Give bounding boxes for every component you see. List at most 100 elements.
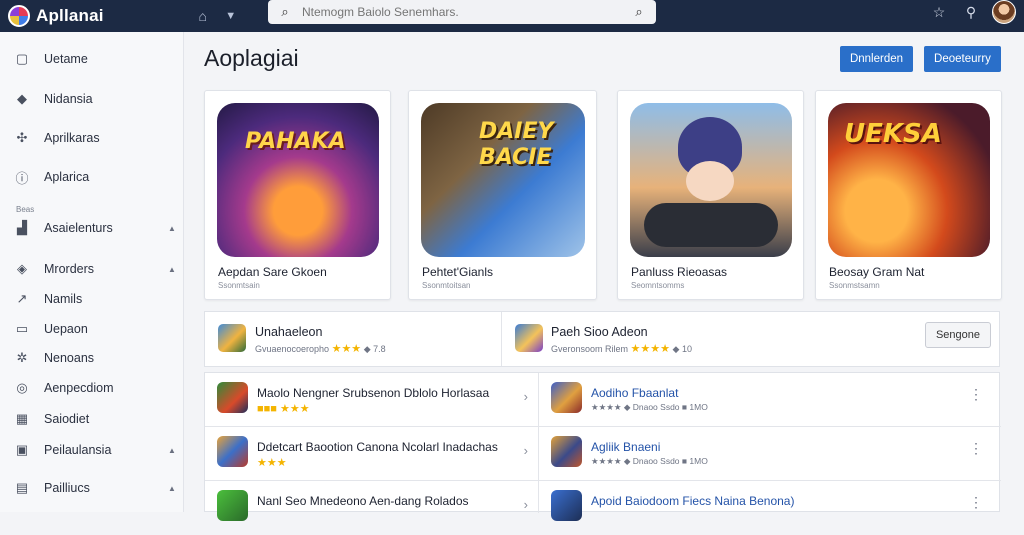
app-list: Maolo Nengner Srubsenon Dblolo Horlasaa … (204, 372, 1001, 521)
image-icon: ▣ (15, 442, 29, 457)
highlight-title[interactable]: Paeh Sioo Adeon (551, 325, 648, 339)
sidebar: ▢ Uetame ◆ Nidansia ✣ Aprilkaras ⓘ Aplar… (0, 32, 184, 512)
list-item[interactable]: Agliik Bnaeni ★★★★ ◆ Dnaoo Ssdo ■ 1MO ⋮ (539, 427, 1001, 481)
layers-icon: ◈ (17, 261, 27, 276)
grid-icon: ▤ (15, 480, 29, 495)
app-icon (551, 490, 582, 521)
highlight-subtitle: Gveronsoom Rilem (551, 344, 629, 354)
app-icon (551, 382, 582, 413)
sidebar-item-label: Nidansia (44, 92, 93, 106)
sidebar-item-3[interactable]: ⓘ Aplarica (0, 163, 184, 191)
search-input[interactable] (302, 5, 622, 19)
card-subtitle: Ssonmtsain (218, 281, 260, 290)
more-options-icon[interactable]: ⋮ (969, 440, 983, 457)
chevron-right-icon[interactable]: › (524, 497, 528, 512)
list-item-title: Nanl Seo Mnedeono Aen-dang Rolados (257, 494, 469, 508)
highlight-row: Unahaeleon Gvuaenocoeropho ★★★ ◆ 7.8 Pae… (204, 311, 1000, 367)
game-artwork: UEKSA (828, 103, 990, 257)
primary-button[interactable]: Dnnlerden (840, 46, 913, 72)
more-options-icon[interactable]: ⋮ (969, 494, 983, 511)
expand-arrow-icon[interactable]: ▲ (160, 224, 184, 233)
game-artwork: PAHAKA (217, 103, 379, 257)
puzzle-icon: ✣ (16, 130, 28, 145)
tag-icon: ◆ (672, 344, 680, 354)
sidebar-item-12[interactable]: ▤ Pailliucs ▲ (0, 474, 184, 502)
rating-stars: ■■■ ★★★ (257, 403, 310, 415)
sidebar-item-label: Namils (44, 292, 83, 306)
sidebar-item-11[interactable]: ▣ Peilaulansia ▲ (0, 436, 184, 464)
search-submit-icon[interactable]: ⌕ (622, 4, 656, 20)
featured-card-3[interactable]: UEKSA Beosay Gram Nat Ssonmstsamn (815, 90, 1002, 300)
expand-arrow-icon[interactable]: ▲ (160, 265, 184, 274)
highlight-title[interactable]: Unahaeleon (255, 325, 322, 339)
featured-card-2[interactable]: Panluss Rieoasas Seomntsomms (617, 90, 804, 300)
search-bar[interactable]: ⌕ ⌕ (268, 0, 656, 24)
sidebar-item-2[interactable]: ✣ Aprilkaras (0, 124, 184, 152)
gear-icon: ✲ (16, 350, 28, 365)
home-icon[interactable]: ⌂ (192, 8, 214, 24)
star-icon[interactable]: ☆ (928, 4, 950, 21)
highlight-meta: Gvuaenocoeropho ★★★ ◆ 7.8 (255, 342, 386, 355)
filter-icon[interactable]: ⚲ (960, 4, 982, 21)
sidebar-item-0[interactable]: ▢ Uetame (0, 45, 184, 73)
list-item[interactable]: Maolo Nengner Srubsenon Dblolo Horlasaa … (205, 373, 538, 427)
list-item[interactable]: Apoid Baiodoom Fiecs Naina Benona) ⋮ (539, 481, 1001, 535)
list-item[interactable]: Nanl Seo Mnedeono Aen-dang Rolados › (205, 481, 538, 535)
featured-card-0[interactable]: PAHAKA Aepdan Sare Gkoen Ssonmtsain (204, 90, 391, 300)
rating-stars: ★★★ (331, 343, 362, 355)
sidebar-item-8[interactable]: ✲ Nenoans (0, 344, 184, 372)
more-options-icon[interactable]: ⋮ (969, 386, 983, 403)
rating-stars: ★★★★ (630, 343, 670, 355)
featured-card-1[interactable]: DAIEY BACIE Pehtet'Gianls Ssonmtoitsan (408, 90, 597, 300)
rating-count: 7.8 (373, 344, 386, 354)
folder-icon: ▭ (15, 321, 29, 336)
sidebar-item-7[interactable]: ▭ Uepaon (0, 315, 184, 343)
game-artwork: DAIEY BACIE (421, 103, 585, 257)
app-icon (218, 324, 246, 352)
app-icon (217, 436, 248, 467)
card-title: Beosay Gram Nat (829, 265, 925, 279)
secondary-blue-button[interactable]: Deoeteurry (924, 46, 1001, 72)
chart-icon: ▟ (17, 220, 27, 235)
chevron-right-icon[interactable]: › (524, 389, 528, 404)
sidebar-item-label: Aprilkaras (44, 131, 100, 145)
avatar[interactable] (992, 0, 1016, 24)
chevron-down-icon[interactable]: ▼ (220, 10, 242, 22)
list-item-title: Ddetcart Baootion Canona Ncolarl Inadach… (257, 440, 498, 454)
list-item-title: Maolo Nengner Srubsenon Dblolo Horlasaa (257, 386, 490, 400)
app-icon (217, 382, 248, 413)
controller-icon (644, 203, 778, 247)
list-item-meta: ■■■ ★★★ (257, 402, 310, 415)
list-item[interactable]: Ddetcart Baootion Canona Ncolarl Inadach… (205, 427, 538, 481)
sidebar-item-5[interactable]: ◈ Mrorders ▲ (0, 255, 184, 283)
list-item-meta: ★★★★ ◆ Dnaoo Ssdo ■ 1MO (591, 456, 708, 466)
sidebar-item-label: Uepaon (44, 322, 88, 336)
expand-arrow-icon[interactable]: ▲ (160, 484, 184, 493)
sidebar-item-label: Asaielenturs (44, 221, 113, 235)
top-bar: Apllanai ⌂ ▼ ⌕ ⌕ ☆ ⚲ (0, 0, 1024, 32)
list-item[interactable]: Aodiho Fbaanlat ★★★★ ◆ Dnaoo Ssdo ■ 1MO … (539, 373, 1001, 427)
card-title: Pehtet'Gianls (422, 265, 493, 279)
sidebar-item-6[interactable]: ↗ Namils (0, 285, 184, 313)
sidebar-item-label: Nenoans (44, 351, 95, 365)
tag-icon: ◆ (363, 344, 371, 354)
secondary-button[interactable]: Sengone (925, 322, 991, 348)
art-title: PAHAKA (245, 129, 346, 154)
sidebar-item-9[interactable]: ◎ Aenpecdiom (0, 374, 184, 402)
rating-count: 10 (681, 344, 692, 354)
list-item-title: Agliik Bnaeni (591, 440, 661, 454)
page-title: Aoplagiai (204, 45, 299, 71)
card-subtitle: Ssonmstsamn (829, 281, 880, 290)
chevron-right-icon[interactable]: › (524, 443, 528, 458)
sidebar-item-label: Mrorders (44, 262, 95, 276)
sidebar-item-1[interactable]: ◆ Nidansia (0, 85, 184, 113)
app-icon (515, 324, 543, 352)
app-logo[interactable]: Apllanai (8, 5, 104, 27)
sidebar-item-4[interactable]: ▟ Asaielenturs ▲ (0, 214, 184, 242)
sidebar-section-label: Beas (16, 205, 35, 214)
list-item-meta: ★★★★ ◆ Dnaoo Ssdo ■ 1MO (591, 402, 708, 412)
expand-arrow-icon[interactable]: ▲ (160, 446, 184, 455)
list-item-meta: ★★★ (257, 456, 287, 469)
sidebar-item-10[interactable]: ▦ Saiodiet (0, 405, 184, 433)
sidebar-item-label: Aplarica (44, 170, 90, 184)
